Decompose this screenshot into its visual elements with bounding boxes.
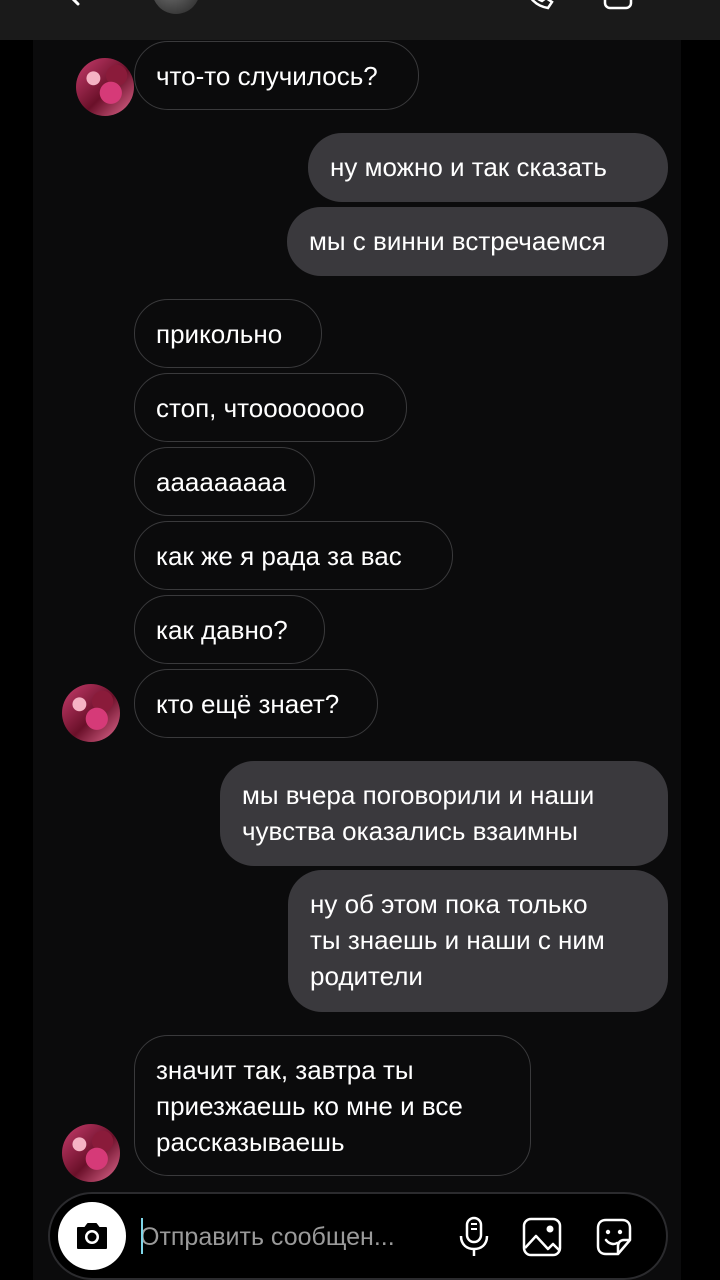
outgoing-message[interactable]: ну можно и так сказать xyxy=(308,133,668,202)
camera-button[interactable] xyxy=(58,1202,126,1270)
incoming-message[interactable]: прикольно xyxy=(134,299,322,368)
incoming-message[interactable]: значит так, завтра ты приезжаешь ко мне … xyxy=(134,1035,531,1176)
incoming-message[interactable]: как же я рада за вас xyxy=(134,521,453,590)
sender-avatar[interactable] xyxy=(76,58,134,116)
incoming-message[interactable]: что-то случилось? xyxy=(134,41,419,110)
message-input[interactable] xyxy=(140,1214,440,1260)
outgoing-message[interactable]: мы с винни встречаемся xyxy=(287,207,668,276)
sender-avatar[interactable] xyxy=(62,1124,120,1182)
sticker-icon[interactable] xyxy=(592,1214,636,1260)
incoming-message[interactable]: ааааааааа xyxy=(134,447,315,516)
incoming-message[interactable]: кто ещё знает? xyxy=(134,669,378,738)
incoming-message[interactable]: как давно? xyxy=(134,595,325,664)
contact-avatar[interactable] xyxy=(152,0,200,14)
sender-avatar[interactable] xyxy=(62,684,120,742)
outgoing-message[interactable]: мы вчера поговорили и наши чувства оказа… xyxy=(220,761,668,866)
video-camera-icon[interactable] xyxy=(602,0,642,12)
text-caret xyxy=(141,1218,143,1254)
outgoing-message[interactable]: ну об этом пока только ты знаешь и наши … xyxy=(288,870,668,1012)
chevron-left-icon[interactable] xyxy=(62,0,86,6)
camera-icon xyxy=(77,1223,107,1249)
incoming-message[interactable]: стоп, чтоооооооо xyxy=(134,373,407,442)
phone-icon[interactable] xyxy=(522,0,556,12)
chat-header xyxy=(0,0,720,40)
microphone-icon[interactable] xyxy=(452,1214,496,1260)
image-icon[interactable] xyxy=(520,1214,564,1260)
